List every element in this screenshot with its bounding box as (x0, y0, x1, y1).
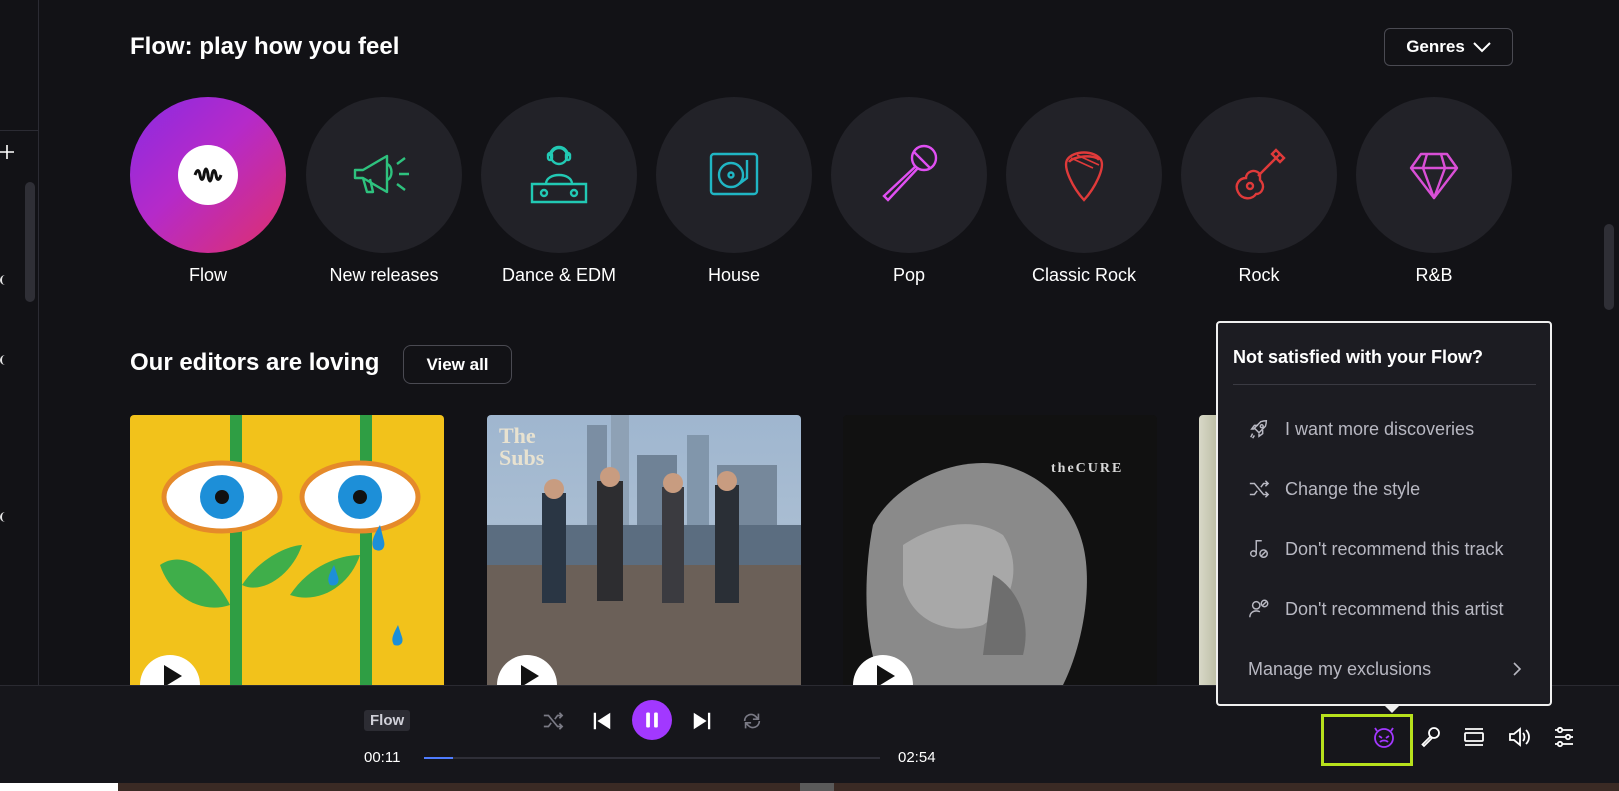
megaphone-icon (353, 154, 409, 194)
skip-previous-icon (593, 712, 611, 730)
genres-dropdown-button[interactable]: Genres (1384, 28, 1513, 66)
album-card[interactable]: The Subs (487, 415, 801, 685)
user-block-icon (1249, 599, 1269, 618)
album-art (160, 415, 421, 685)
genre-circle[interactable] (130, 97, 286, 253)
genre-circle[interactable] (656, 97, 812, 253)
previous-button[interactable] (588, 707, 616, 735)
diamond-icon (1409, 152, 1459, 200)
album-art-text: theCURE (1051, 461, 1124, 476)
manage-exclusions-link[interactable]: Manage my exclusions (1233, 643, 1536, 695)
shuffle-icon (543, 712, 564, 730)
genre-rnb[interactable]: R&B (1356, 97, 1512, 286)
turntable-icon (709, 152, 759, 196)
genre-label: Pop (892, 265, 926, 285)
genre-label: Rock (1238, 265, 1280, 285)
guitar-pick-icon (1064, 151, 1104, 202)
lyrics-button[interactable] (1415, 722, 1445, 752)
genre-label: R&B (1415, 265, 1453, 285)
sidebar-item-icon[interactable] (0, 275, 6, 285)
player-context-label: Flow (364, 710, 411, 731)
chevron-right-icon (1513, 662, 1522, 676)
sidebar-item-icon[interactable] (0, 512, 6, 522)
genre-flow[interactable]: Flow (130, 97, 286, 286)
progress-fill (424, 757, 453, 759)
genre-circle[interactable] (481, 97, 637, 253)
page-scrollbar[interactable] (1604, 224, 1614, 310)
sidebar-divider (0, 130, 39, 131)
pause-button[interactable] (632, 700, 672, 740)
highlight-box (1321, 714, 1413, 766)
genre-rock[interactable]: Rock (1181, 97, 1337, 286)
genre-circle[interactable] (831, 97, 987, 253)
sliders-icon (1555, 726, 1573, 748)
genre-label: Dance & EDM (501, 265, 617, 285)
chevron-down-icon (1473, 42, 1491, 53)
shuffle-icon (1249, 480, 1270, 498)
genre-new-releases[interactable]: New releases (306, 97, 462, 286)
genre-label: Classic Rock (1031, 265, 1137, 285)
sidebar-item-icon[interactable] (0, 355, 6, 365)
genre-circle[interactable] (306, 97, 462, 253)
queue-list-icon (1464, 728, 1484, 746)
view-all-button[interactable]: View all (403, 345, 512, 384)
album-card[interactable] (130, 415, 444, 685)
menu-item-label: Change the style (1285, 478, 1421, 499)
settings-button[interactable] (1549, 722, 1579, 752)
genres-label: Genres (1406, 37, 1465, 56)
dj-icon (530, 145, 588, 204)
genre-dance-edm[interactable]: Dance & EDM (481, 97, 637, 286)
menu-item-label: I want more discoveries (1285, 418, 1475, 439)
repeat-icon (743, 713, 761, 729)
left-sidebar (0, 0, 39, 685)
pause-icon (646, 712, 658, 728)
album-card[interactable]: theCURE (843, 415, 1157, 685)
app-window: Flow: play how you feel Genres Flow New … (0, 0, 1619, 791)
menu-item-block-artist[interactable]: Don't recommend this artist (1233, 583, 1536, 635)
genre-label: Flow (188, 265, 227, 285)
plus-icon[interactable] (0, 145, 14, 159)
elapsed-time: 00:11 (364, 749, 401, 766)
shuffle-button[interactable] (540, 708, 566, 734)
genre-pop[interactable]: Pop (831, 97, 987, 286)
next-button[interactable] (688, 707, 716, 735)
volume-button[interactable] (1504, 722, 1534, 752)
note-block-icon (1250, 540, 1268, 558)
genre-circle[interactable] (1181, 97, 1337, 253)
album-art (866, 463, 1087, 685)
flow-disc-icon (178, 145, 238, 205)
genre-circle[interactable] (1006, 97, 1162, 253)
microphone-icon (882, 144, 938, 202)
queue-button[interactable] (1459, 722, 1489, 752)
popup-title: Not satisfied with your Flow? (1233, 347, 1484, 367)
repeat-button[interactable] (739, 708, 765, 734)
flow-feedback-popup: Not satisfied with your Flow? I want mor… (1216, 321, 1552, 706)
genre-house[interactable]: House (656, 97, 812, 286)
popup-divider (1233, 384, 1536, 385)
album-art-text: The Subs (499, 423, 545, 470)
menu-item-more-discoveries[interactable]: I want more discoveries (1233, 403, 1536, 455)
menu-item-change-style[interactable]: Change the style (1233, 463, 1536, 515)
bottom-strip (0, 783, 1619, 791)
genre-label: New releases (329, 265, 439, 285)
sidebar-scrollbar[interactable] (25, 182, 35, 302)
editors-section-title: Our editors are loving (130, 349, 380, 376)
total-duration: 02:54 (898, 749, 936, 766)
volume-icon (1509, 727, 1530, 747)
popup-pointer (1384, 705, 1400, 713)
menu-item-label: Don't recommend this track (1285, 538, 1504, 559)
skip-next-icon (693, 712, 711, 730)
guitar-icon (1235, 148, 1286, 200)
genre-classic-rock[interactable]: Classic Rock (1006, 97, 1162, 286)
progress-bar[interactable] (424, 757, 880, 759)
rocket-icon (1250, 420, 1268, 439)
menu-item-block-track[interactable]: Don't recommend this track (1233, 523, 1536, 575)
genre-circle[interactable] (1356, 97, 1512, 253)
flow-section-title: Flow: play how you feel (130, 33, 400, 60)
menu-item-label: Don't recommend this artist (1285, 598, 1504, 619)
microphone-icon (1421, 727, 1440, 748)
manage-exclusions-label: Manage my exclusions (1248, 658, 1432, 679)
genre-label: House (707, 265, 761, 285)
